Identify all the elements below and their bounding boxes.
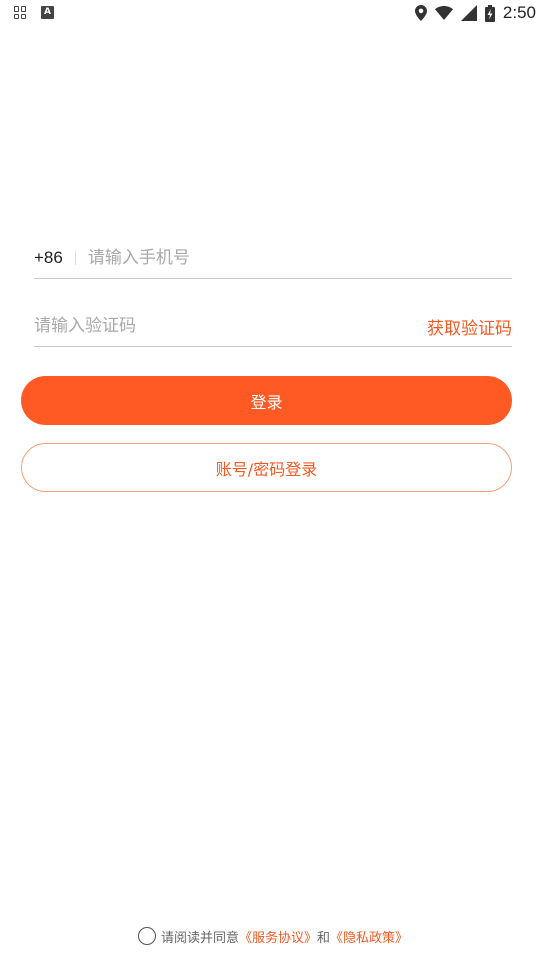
login-button[interactable]: 登录: [21, 376, 512, 425]
code-row: 获取验证码: [34, 306, 512, 347]
status-bar-left: A: [14, 6, 54, 19]
agreement-conjunction: 和: [317, 930, 331, 946]
get-code-button[interactable]: 获取验证码: [427, 314, 512, 339]
agreement-radio[interactable]: [137, 927, 156, 945]
status-bar-right: 2:50: [414, 3, 536, 23]
service-agreement-link[interactable]: 《服务协议》: [239, 927, 317, 946]
phone-row: +86: [34, 238, 512, 279]
battery-charging-icon: [484, 4, 495, 22]
agreement: 请阅读并同意 《服务协议》 和 《隐私政策》: [0, 925, 546, 947]
a-icon: A: [41, 6, 54, 19]
screenshot-icon: [14, 6, 27, 19]
location-icon: [414, 5, 427, 21]
wifi-icon: [434, 6, 453, 20]
status-bar: A 2:50: [0, 0, 546, 28]
agreement-prefix: 请阅读并同意: [160, 930, 239, 946]
country-code[interactable]: +86: [34, 248, 63, 268]
verification-code-input[interactable]: [34, 316, 427, 336]
password-login-button[interactable]: 账号/密码登录: [21, 443, 512, 492]
signal-icon: [460, 5, 477, 21]
field-divider: [74, 251, 76, 265]
privacy-policy-link[interactable]: 《隐私政策》: [330, 927, 408, 946]
phone-input[interactable]: [87, 248, 512, 268]
status-time: 2:50: [502, 3, 536, 22]
